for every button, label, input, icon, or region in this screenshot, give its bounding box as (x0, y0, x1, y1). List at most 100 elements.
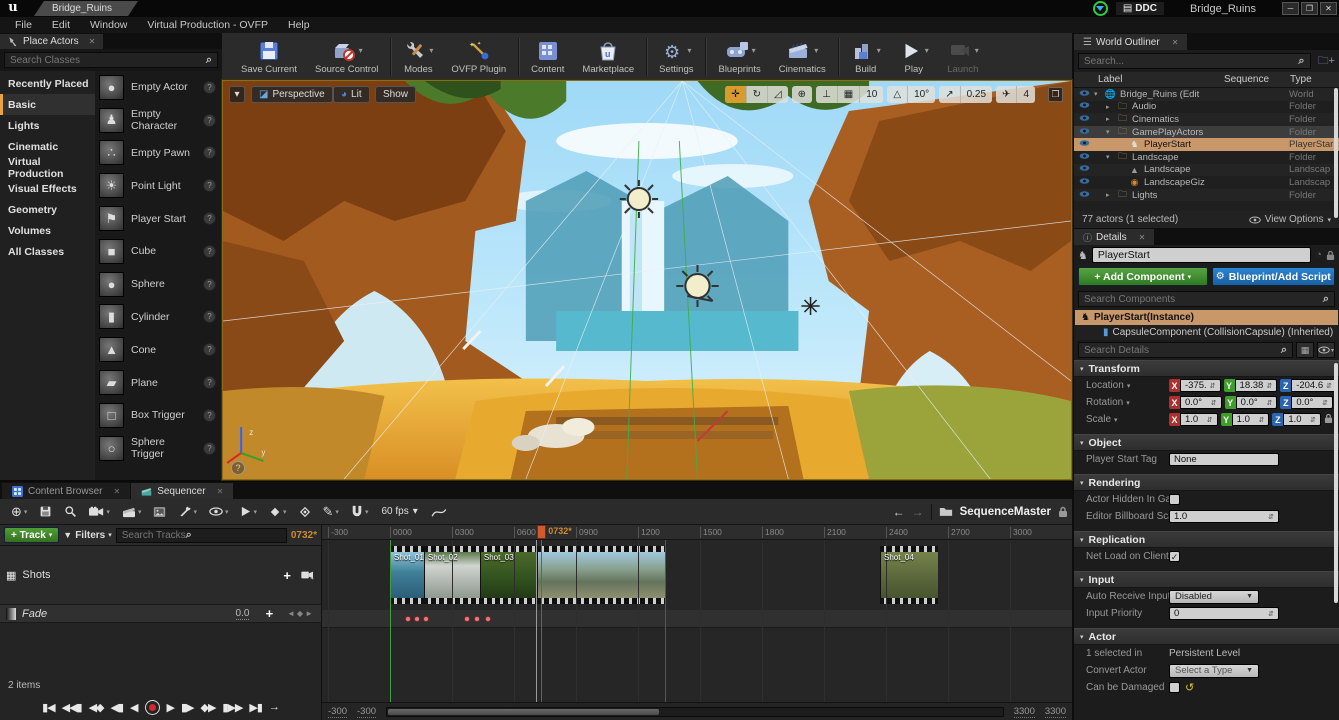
visibility-eye-icon[interactable] (1074, 177, 1094, 188)
close-icon[interactable]: ✕ (1139, 233, 1146, 242)
value-spinner[interactable]: ⇵ (1207, 382, 1216, 390)
rotate-tool-button[interactable]: ↻ (746, 86, 767, 103)
class-info-icon[interactable]: ? (203, 278, 216, 291)
place-item-empty-actor[interactable]: ●Empty Actor? (95, 71, 222, 104)
reset-name-icon[interactable]: ◔ (1315, 249, 1322, 261)
category-visual-effects[interactable]: Visual Effects (0, 178, 95, 199)
component-row-capsule[interactable]: ▮ CapsuleComponent (CollisionCapsule) (I… (1075, 325, 1338, 340)
compile-status-icon[interactable] (1093, 1, 1108, 16)
visibility-eye-icon[interactable] (1074, 101, 1094, 112)
details-scrollbar[interactable] (1334, 363, 1338, 603)
rotation-snap-value[interactable]: 10° (907, 86, 935, 103)
fade-keyframe[interactable] (405, 616, 411, 622)
blueprints-button[interactable]: ▾Blueprints (709, 37, 769, 77)
value-spinner[interactable]: ⇵ (1263, 399, 1272, 407)
value-spinner[interactable]: ⇵ (1323, 382, 1332, 390)
visibility-eye-icon[interactable] (1074, 152, 1094, 163)
actor-name-input[interactable]: PlayerStart (1092, 247, 1311, 263)
ovfp-plugin-button[interactable]: ✦✦OVFP Plugin (442, 37, 515, 77)
class-info-icon[interactable]: ? (203, 343, 216, 356)
close-button[interactable]: ✕ (1320, 2, 1337, 15)
fade-keyframe[interactable] (464, 616, 470, 622)
section-actor[interactable]: ▾Actor (1074, 628, 1339, 645)
search-components-input[interactable]: Search Components⌕ (1078, 291, 1335, 307)
place-item-box-trigger[interactable]: □Box Trigger? (95, 399, 222, 432)
place-item-empty-character[interactable]: ♟Empty Character? (95, 104, 222, 137)
net-load-checkbox[interactable]: ✓ (1169, 551, 1180, 562)
close-icon[interactable]: ✕ (89, 37, 96, 46)
billboard-scale-field[interactable]: 1.0⇵ (1169, 510, 1279, 523)
player-start-tag-field[interactable]: None (1169, 453, 1279, 466)
place-item-cylinder[interactable]: ▮Cylinder? (95, 301, 222, 334)
world-coordinate-button[interactable]: ⊕ (792, 86, 812, 103)
visibility-eye-icon[interactable] (1074, 127, 1094, 138)
add-track-button[interactable]: + Track▾ (4, 527, 59, 543)
visibility-eye-icon[interactable] (1074, 114, 1094, 125)
ddc-badge[interactable]: ▤DDC (1116, 2, 1164, 15)
class-info-icon[interactable]: ? (203, 245, 216, 258)
modes-button[interactable]: ▾Modes (394, 37, 442, 77)
thumbnail-options-icon[interactable] (148, 499, 171, 524)
close-icon[interactable]: ✕ (1172, 38, 1179, 47)
prev-shot-button[interactable]: ◀◀▮ (62, 701, 82, 714)
search-tracks-input[interactable]: Search Tracks⌕ (116, 528, 287, 543)
place-item-sphere-trigger[interactable]: ○Sphere Trigger? (95, 432, 222, 465)
location-y-field[interactable]: Y18.38⇵ (1224, 379, 1278, 392)
camera-add-icon[interactable]: + (301, 570, 315, 580)
level-viewport[interactable]: zyx ▾ ◪ Perspective ◕ Lit (222, 80, 1072, 480)
expander-icon[interactable]: ▾ (1106, 128, 1116, 136)
class-info-icon[interactable]: ? (203, 442, 216, 455)
view-range-end[interactable]: 3300 (1045, 706, 1066, 718)
dropdown-caret-icon[interactable]: ▾ (814, 46, 818, 55)
project-tab[interactable]: Bridge_Ruins (34, 1, 138, 16)
keyframe-options-icon[interactable]: ▾ (264, 499, 292, 524)
expander-icon[interactable]: ▸ (1106, 191, 1116, 199)
search-details-input[interactable]: Search Details⌕ (1078, 342, 1293, 358)
section-object[interactable]: ▾Object (1074, 434, 1339, 451)
reset-to-default-icon[interactable]: ↺ (1185, 681, 1194, 694)
shot-clip-shot_04[interactable]: Shot_04 (880, 546, 938, 604)
scale-snap-value[interactable]: 0.25 (960, 86, 992, 103)
find-in-browser-icon[interactable] (59, 499, 82, 524)
camera-speed-icon[interactable]: ✈ (996, 86, 1016, 103)
value-spinner[interactable]: ⇵ (1208, 399, 1217, 407)
display-filter-eye-icon[interactable]: ▾ (1317, 342, 1335, 358)
prev-frame-button[interactable]: ◀▮ (111, 701, 124, 714)
rotation-snap-icon[interactable]: △ (887, 86, 907, 103)
value-spinner[interactable]: ⇵ (1307, 416, 1316, 424)
section-replication[interactable]: ▾Replication (1074, 531, 1339, 548)
category-geometry[interactable]: Geometry (0, 199, 95, 220)
fade-keyframe[interactable] (423, 616, 429, 622)
save-sequence-icon[interactable] (34, 499, 57, 524)
loop-button[interactable]: → (269, 701, 279, 713)
shot-clip-untitled[interactable] (537, 546, 665, 604)
filters-button[interactable]: ▼Filters▾ (63, 530, 111, 541)
outliner-row-gameplayactors[interactable]: ▾🗀GamePlayActorsFolder (1074, 126, 1339, 139)
content-button[interactable]: Content (522, 37, 573, 77)
menu-help[interactable]: Help (279, 18, 319, 32)
search-classes-input[interactable]: Search Classes⌕ (4, 52, 218, 68)
playhead-line[interactable] (541, 540, 542, 702)
fps-dropdown[interactable]: 60 fps▾ (375, 506, 423, 517)
snap-magnet-icon[interactable]: ▾ (346, 499, 374, 524)
section-rendering[interactable]: ▾Rendering (1074, 474, 1339, 491)
close-icon[interactable]: ✕ (113, 487, 120, 496)
value-spinner[interactable]: ⇵ (1204, 416, 1213, 424)
settings-button[interactable]: ⚙▾Settings (650, 37, 702, 77)
next-frame-button[interactable]: ▮▶ (181, 701, 194, 714)
outliner-row-audio[interactable]: ▸🗀AudioFolder (1074, 101, 1339, 114)
property-label[interactable]: Scale ▾ (1086, 414, 1169, 425)
convert-actor-dropdown[interactable]: Select a Type▼ (1169, 664, 1259, 678)
outliner-row-landscapegiz[interactable]: ◉LandscapeGizLandscap (1074, 176, 1339, 189)
scale-z-field[interactable]: Z1.0⇵ (1272, 413, 1321, 426)
place-item-player-start[interactable]: ⚑Player Start? (95, 202, 222, 235)
sequencer-timeline[interactable]: -300000003000600090012001500180021002400… (322, 525, 1072, 720)
tab-world-outliner[interactable]: ☰ World Outliner✕ (1074, 34, 1187, 50)
input-priority-field[interactable]: 0⇵ (1169, 607, 1279, 620)
section-input[interactable]: ▾Input (1074, 571, 1339, 588)
view-range-start[interactable]: -300 (328, 706, 347, 718)
auto-receive-input-dropdown[interactable]: Disabled▼ (1169, 590, 1259, 604)
marketplace-button[interactable]: uMarketplace (573, 37, 643, 77)
dropdown-caret-icon[interactable]: ▾ (687, 46, 691, 55)
menu-virtual-production-ovfp[interactable]: Virtual Production - OVFP (138, 18, 277, 32)
